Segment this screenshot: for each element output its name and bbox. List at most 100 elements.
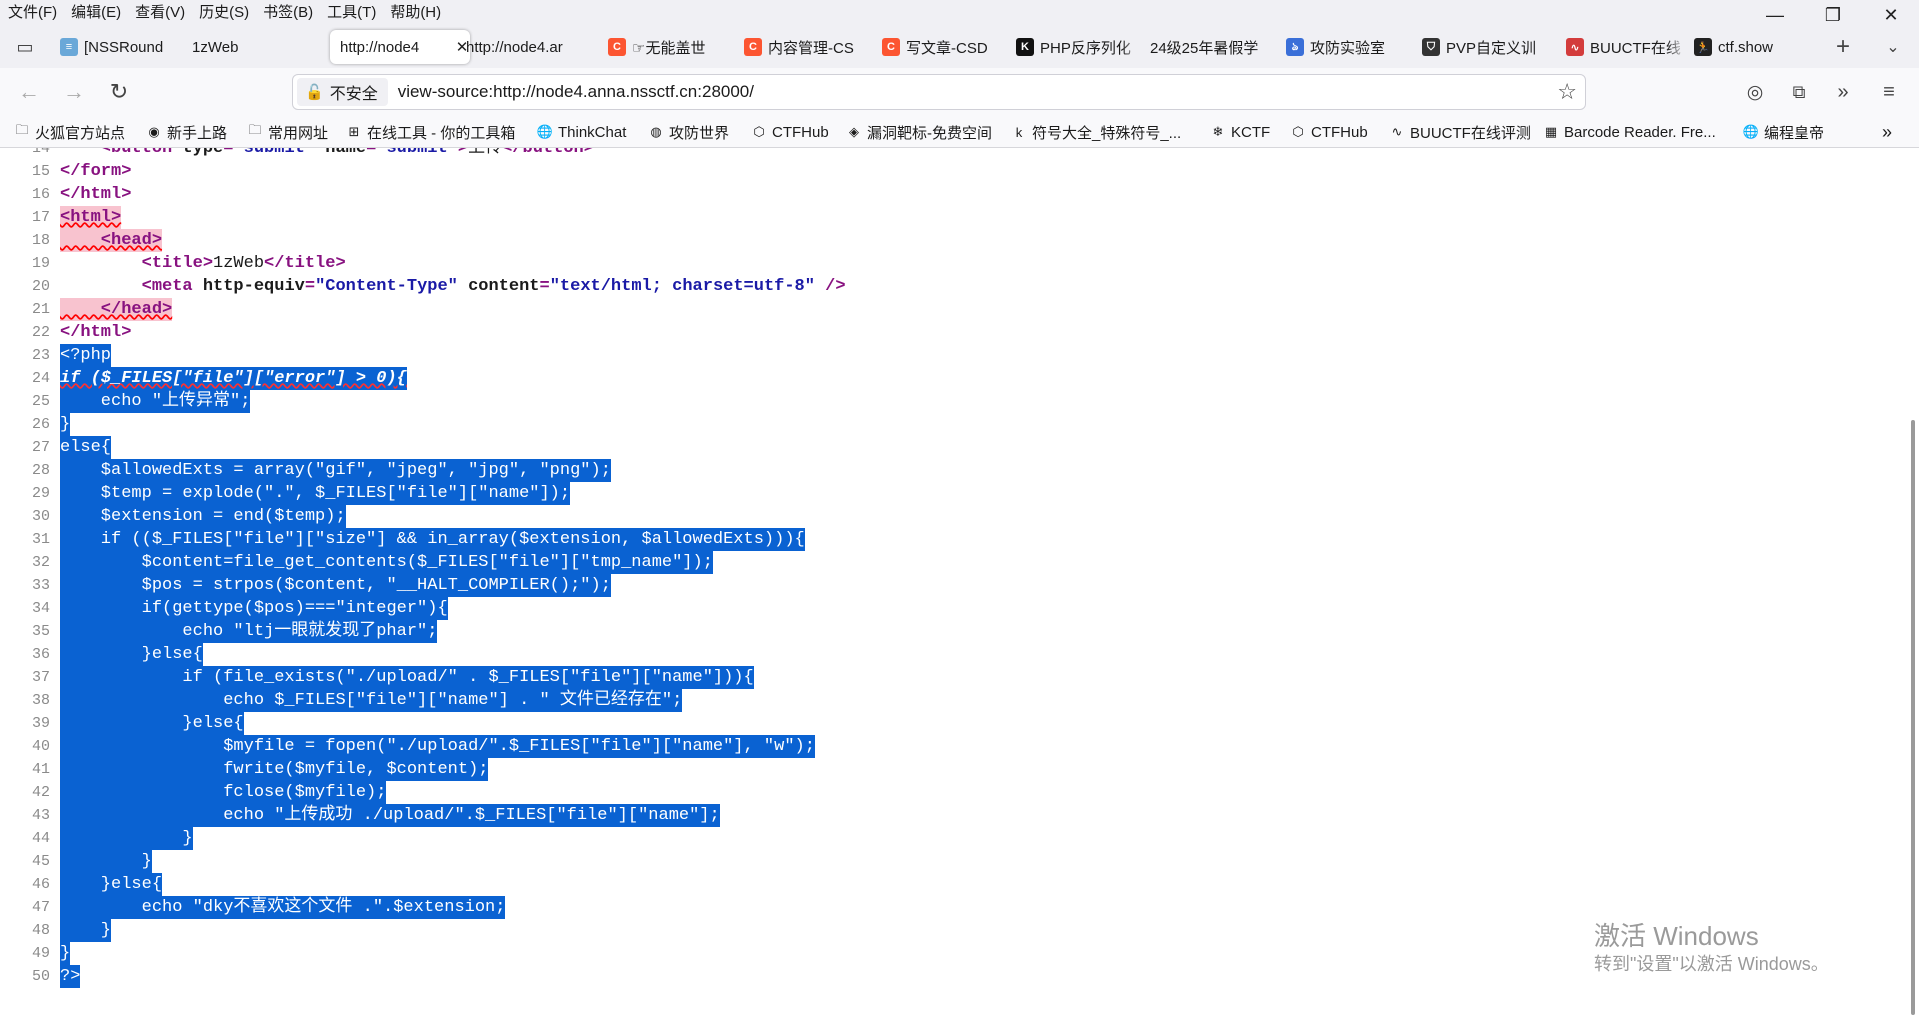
browser-tab[interactable]: 🏃 ctf.show xyxy=(1694,30,1794,64)
line-number: 17 xyxy=(31,209,50,226)
bookmark-item[interactable]: ◈ 漏洞靶标-免费空间 xyxy=(846,122,992,142)
bookmark-label: CTFHub xyxy=(772,123,829,141)
line-number: 45 xyxy=(31,853,50,870)
menu-item-5[interactable]: 工具(T) xyxy=(320,0,383,26)
bookmark-item[interactable]: 🗀 常用网址 xyxy=(247,122,328,142)
forward-button[interactable]: → xyxy=(57,75,91,109)
bookmark-item[interactable]: 🌐 编程皇帝 xyxy=(1743,122,1824,142)
buu-icon: ∿ xyxy=(1566,38,1584,56)
account-icon[interactable]: ◎ xyxy=(1738,75,1772,109)
source-code-text: <title>1zWeb</title> xyxy=(60,254,346,273)
overflow-chevron-icon[interactable]: » xyxy=(1826,75,1860,109)
source-code-text: $extension = end($temp); xyxy=(60,505,346,528)
kctf-icon: ❄ xyxy=(1212,124,1224,139)
security-indicator[interactable]: 🔓 不安全 xyxy=(297,78,388,106)
menu-bar: 文件(F) 编辑(E) 查看(V) 历史(S) 书签(B) 工具(T) 帮助(H) xyxy=(0,0,1919,26)
bookmark-item[interactable]: ▦ Barcode Reader. Fre... xyxy=(1543,122,1716,142)
source-code-text: if (file_exists("./upload/" . $_FILES["f… xyxy=(60,666,754,689)
target-icon: ◈ xyxy=(849,124,859,139)
source-line: 34 if(gettype($pos)==="integer"){ xyxy=(0,597,1900,620)
line-number: 49 xyxy=(31,945,50,962)
reload-button[interactable]: ↻ xyxy=(102,75,136,109)
bookmark-item[interactable]: 🗀 火狐官方站点 xyxy=(14,122,125,142)
bookmark-label: 攻防世界 xyxy=(669,124,730,142)
browser-tab[interactable]: C 内容管理-CS xyxy=(744,30,874,64)
source-line: 26} xyxy=(0,413,1900,436)
source-line: 15 </form> xyxy=(0,160,1900,183)
bookmark-star-icon[interactable]: ☆ xyxy=(1557,79,1577,105)
tab-overview-icon[interactable]: ▭ xyxy=(8,30,42,64)
menu-item-0[interactable]: 文件(F) xyxy=(0,0,64,26)
source-code-text: echo "dky不喜欢这个文件 .".$extension; xyxy=(60,896,506,919)
source-code-text: ?> xyxy=(60,965,81,988)
scrollbar-thumb[interactable] xyxy=(1911,420,1915,1015)
menu-item-3[interactable]: 历史(S) xyxy=(192,0,256,26)
browser-tab[interactable]: ≡ [NSSRound xyxy=(60,30,184,64)
bookmark-item[interactable]: ⬡ CTFHub xyxy=(751,122,829,142)
line-number: 42 xyxy=(31,784,50,801)
browser-tab[interactable]: http://node4 ✕ xyxy=(330,30,470,64)
url-bar[interactable]: 🔓 不安全 view-source:http://node4.anna.nssc… xyxy=(292,74,1586,110)
bookmark-item[interactable]: ◍ 攻防世界 xyxy=(648,122,729,142)
tab-label: [NSSRound xyxy=(84,38,164,56)
bookmark-item[interactable]: ⬡ CTFHub xyxy=(1290,122,1367,142)
back-button[interactable]: ← xyxy=(12,75,46,109)
browser-tab[interactable]: K PHP反序列化 xyxy=(1016,30,1142,64)
url-text[interactable]: view-source:http://node4.anna.nssctf.cn:… xyxy=(398,82,754,102)
browser-tab[interactable]: C ☞无能盖世 xyxy=(608,30,736,64)
bookmark-label: 新手上路 xyxy=(167,124,228,142)
line-number: 16 xyxy=(31,186,50,203)
source-code-text: if(gettype($pos)==="integer"){ xyxy=(60,597,448,620)
bookmarks-overflow-icon[interactable]: » xyxy=(1882,122,1892,142)
source-line: 28 $allowedExts = array("gif", "jpeg", "… xyxy=(0,459,1900,482)
bookmark-item[interactable]: ⊞ 在线工具 - 你的工具箱 xyxy=(346,122,516,142)
bookmark-item[interactable]: k 符号大全_特殊符号_... xyxy=(1011,122,1181,142)
browser-tab[interactable]: 1zWeb xyxy=(192,30,322,64)
browser-tab[interactable]: ∿ BUUCTF在线 xyxy=(1566,30,1686,64)
bookmark-label: BUUCTF在线评测 xyxy=(1410,124,1531,142)
bookmark-item[interactable]: 🌐 ThinkChat xyxy=(537,122,626,142)
menu-item-6[interactable]: 帮助(H) xyxy=(383,0,448,26)
browser-tab[interactable]: ঌ 攻防实验室 xyxy=(1286,30,1414,64)
tab-label: http://node4 xyxy=(340,38,420,56)
browser-tab[interactable]: http://node4.ar xyxy=(466,30,600,64)
source-line: 18 <head> xyxy=(0,229,1900,252)
source-line: 46 }else{ xyxy=(0,873,1900,896)
line-number: 23 xyxy=(31,347,50,364)
bookmark-item[interactable]: ∿ BUUCTF在线评测 xyxy=(1389,122,1531,142)
source-code-text: } xyxy=(60,850,152,873)
line-number: 32 xyxy=(31,554,50,571)
tab-list-chevron-icon[interactable]: ⌄ xyxy=(1876,30,1910,64)
browser-tab[interactable]: C 写文章-CSD xyxy=(882,30,1008,64)
line-number: 46 xyxy=(31,876,50,893)
tab-label: 写文章-CSD xyxy=(906,39,988,57)
scrollbar[interactable] xyxy=(1905,148,1919,1015)
line-number: 29 xyxy=(31,485,50,502)
source-line: 17 <html> xyxy=(0,206,1900,229)
bookmark-item[interactable]: ◉ 新手上路 xyxy=(146,122,227,142)
line-number: 27 xyxy=(31,439,50,456)
browser-tab[interactable]: 24级25年暑假学 xyxy=(1150,30,1278,64)
ctfhub-icon: ⬡ xyxy=(753,124,765,139)
menu-item-4[interactable]: 书签(B) xyxy=(256,0,320,26)
browser-tab[interactable]: ⛉ PVP自定义训 xyxy=(1422,30,1558,64)
line-number: 43 xyxy=(31,807,50,824)
extensions-icon[interactable]: ⧉ xyxy=(1782,75,1816,109)
source-view[interactable]: 14 <button type="submit" name="submit">上… xyxy=(0,148,1919,1015)
source-line: 27 else{ xyxy=(0,436,1900,459)
source-code-text: if ($_FILES["file"]["error"] > 0){ xyxy=(60,367,407,390)
tab-label: PVP自定义训 xyxy=(1446,39,1537,57)
menu-item-2[interactable]: 查看(V) xyxy=(128,0,192,26)
source-code-text: else{ xyxy=(60,436,112,459)
ke-icon: k xyxy=(1015,124,1023,140)
source-code-text: <html> xyxy=(60,206,122,229)
bookmark-item[interactable]: ❄ KCTF xyxy=(1210,122,1271,142)
source-code-text: <meta http-equiv="Content-Type" content=… xyxy=(60,277,846,296)
line-number: 20 xyxy=(31,278,50,295)
new-tab-button[interactable]: + xyxy=(1826,30,1860,64)
source-code-text: </head> xyxy=(60,298,173,321)
app-menu-icon[interactable]: ≡ xyxy=(1872,75,1906,109)
tab-strip: ▭ ≡ [NSSRound 1zWeb http://node4 ✕ http://nod… xyxy=(0,26,1919,68)
tab-label: 内容管理-CS xyxy=(768,39,854,57)
menu-item-1[interactable]: 编辑(E) xyxy=(64,0,128,26)
